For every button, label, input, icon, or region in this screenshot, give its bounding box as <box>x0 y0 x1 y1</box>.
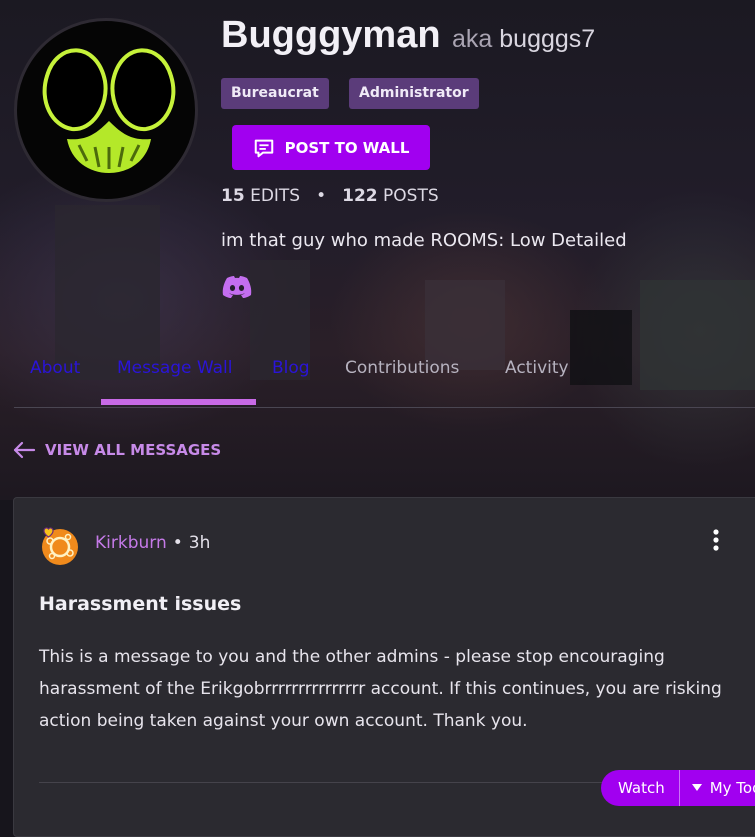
message-body: This is a message to you and the other a… <box>39 647 722 731</box>
caret-down-icon <box>691 784 702 791</box>
arrow-left-icon <box>13 441 36 459</box>
tab-message-wall[interactable]: Message Wall <box>117 358 233 378</box>
my-tools-label: My Too <box>709 779 755 797</box>
tag-bureaucrat: Bureaucrat <box>221 78 329 109</box>
edits-label: EDITS <box>250 186 301 206</box>
edits-stat[interactable]: 15 EDITS <box>221 186 300 206</box>
author-avatar[interactable] <box>40 525 78 565</box>
message-bubble-icon <box>254 139 273 157</box>
watch-button[interactable]: Watch <box>601 770 680 806</box>
tab-blog[interactable]: Blog <box>272 358 310 378</box>
tab-activity[interactable]: Activity <box>505 358 569 378</box>
post-to-wall-button[interactable]: POST TO WALL <box>232 125 430 170</box>
edits-count: 15 <box>221 186 245 206</box>
profile-aka: aka bugggs7 <box>452 25 595 54</box>
profile-bio: im that guy who made ROOMS: Low Detailed <box>221 230 627 251</box>
tab-about[interactable]: About <box>30 358 80 378</box>
message-time[interactable]: 3h <box>189 533 211 553</box>
aka-label: aka <box>452 25 493 53</box>
profile-tabs: About Message Wall Blog Contributions Ac… <box>14 352 755 408</box>
profile-stats: 15 EDITS • 122 POSTS <box>221 186 439 206</box>
floating-toolbar: Watch My Too <box>601 770 755 806</box>
posts-label: POSTS <box>383 186 439 206</box>
active-tab-indicator <box>101 399 256 405</box>
stats-separator: • <box>316 186 327 206</box>
discord-icon[interactable] <box>221 275 253 303</box>
tag-administrator: Administrator <box>349 78 479 109</box>
tab-contributions[interactable]: Contributions <box>345 358 459 378</box>
post-to-wall-label: POST TO WALL <box>284 138 410 157</box>
author-separator: • <box>172 533 183 553</box>
profile-username: Bugggyman <box>221 14 441 56</box>
message-author[interactable]: Kirkburn <box>95 533 167 553</box>
profile-avatar[interactable] <box>14 18 198 202</box>
posts-stat[interactable]: 122 POSTS <box>342 186 439 206</box>
avatar-face-icon <box>42 48 176 173</box>
message-author-line: Kirkburn • 3h <box>95 533 210 553</box>
aka-name: bugggs7 <box>499 25 596 53</box>
more-options-icon[interactable] <box>710 528 722 558</box>
view-all-messages-label: VIEW ALL MESSAGES <box>45 441 222 459</box>
message-title: Harassment issues <box>39 593 242 615</box>
view-all-messages-link[interactable]: VIEW ALL MESSAGES <box>12 441 221 459</box>
posts-count: 122 <box>342 186 378 206</box>
my-tools-button[interactable]: My Too <box>680 779 755 797</box>
